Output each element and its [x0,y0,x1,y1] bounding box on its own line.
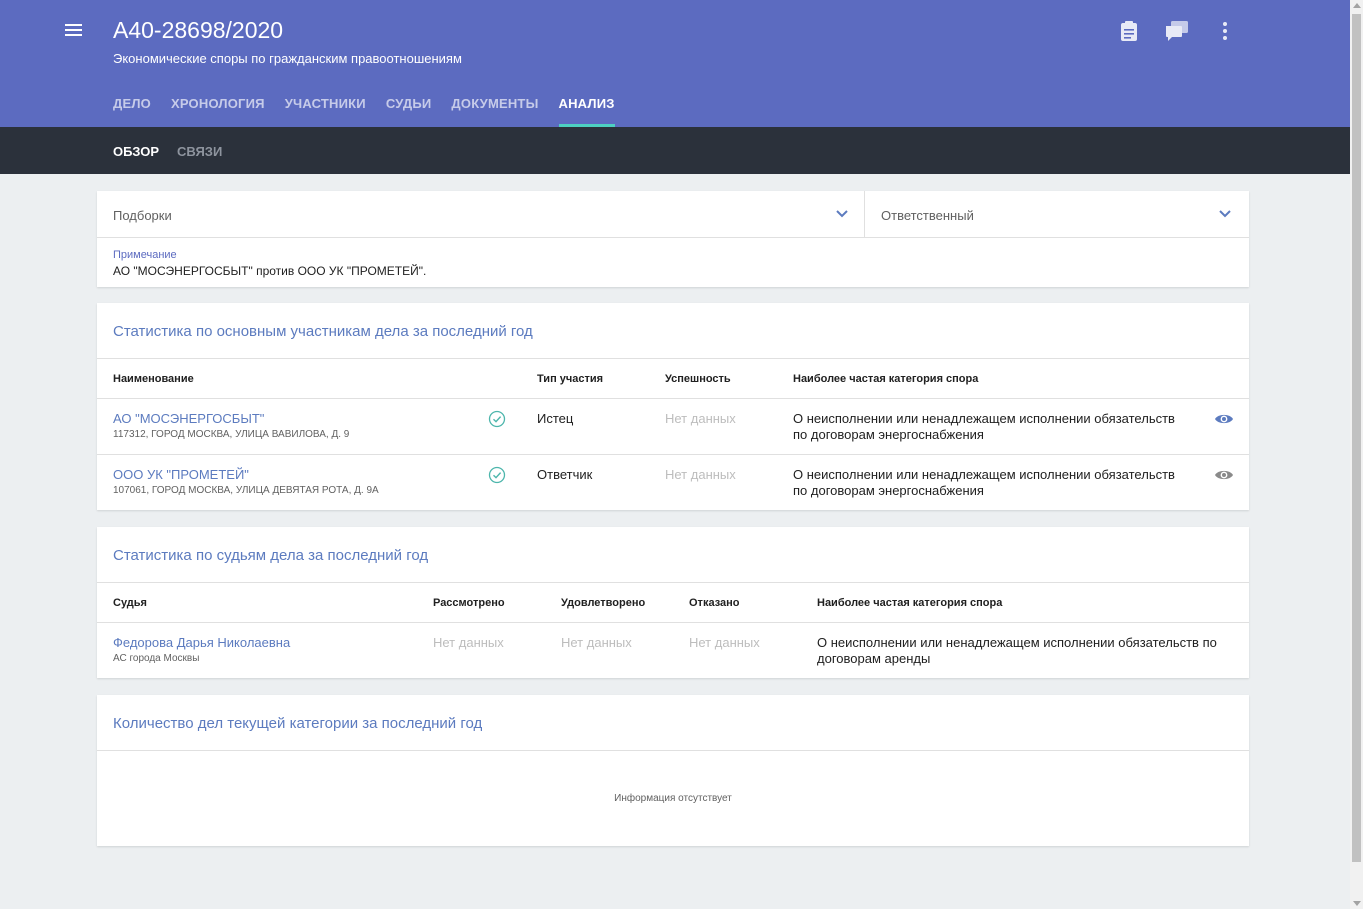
eye-icon[interactable] [1214,412,1234,426]
dispute-category-line: О неисполнении или ненадлежащем исполнен… [793,411,1175,426]
judge-name-link[interactable]: Федорова Дарья Николаевна [113,635,290,650]
participant-address: 117312, ГОРОД МОСКВА, УЛИЦА ВАВИЛОВА, Д.… [113,429,350,440]
column-header: Отказано [689,597,740,609]
dispute-category-line: по договорам энергоснабжения [793,483,984,498]
considered-count: Нет данных [433,635,504,650]
empty-state-text: Информация отсутствует [614,793,732,804]
divider [97,582,1249,583]
scroll-up-icon[interactable] [1353,3,1361,8]
refused-count: Нет данных [689,635,760,650]
main-tabs: ДЕЛО ХРОНОЛОГИЯ УЧАСТНИКИ СУДЬИ ДОКУМЕНТ… [113,96,635,127]
comments-icon[interactable] [1163,18,1191,44]
clipboard-icon[interactable] [1115,18,1143,44]
category-count-title: Количество дел текущей категории за посл… [113,715,483,732]
dispute-category-line: О неисполнении или ненадлежащем исполнен… [817,635,1217,650]
column-header: Наиболее частая категория спора [817,597,1003,609]
category-count-card: Количество дел текущей категории за посл… [97,695,1249,846]
column-header: Судья [113,597,147,609]
participation-type: Истец [537,411,574,426]
responsible-select[interactable]: Ответственный [865,191,1249,238]
dispute-category: О неисполнении или ненадлежащем исполнен… [793,467,1175,499]
page-scrollbar[interactable] [1350,0,1363,909]
subtab-overview[interactable]: ОБЗОР [113,144,159,159]
dispute-category-line: О неисполнении или ненадлежащем исполнен… [793,467,1175,482]
tab-chronology[interactable]: ХРОНОЛОГИЯ [171,96,265,127]
tab-analysis[interactable]: АНАЛИЗ [558,96,615,127]
divider [97,398,1249,399]
participants-stats-title: Статистика по основным участникам дела з… [113,323,533,340]
filters-card: Подборки Ответственный Примечание АО "МО… [97,191,1249,287]
divider [97,622,1249,623]
tab-delo[interactable]: ДЕЛО [113,96,151,127]
success-rate: Нет данных [665,467,736,482]
case-number-title: А40-28698/2020 [113,17,284,43]
chevron-down-icon [836,210,848,218]
chevron-down-icon [1219,210,1231,218]
subtab-links[interactable]: СВЯЗИ [177,144,222,159]
divider [97,750,1249,751]
divider [97,358,1249,359]
note-field[interactable]: АО "МОСЭНЕРГОСБЫТ" против ООО УК "ПРОМЕТ… [113,264,426,278]
participant-name-link[interactable]: ООО УК "ПРОМЕТЕЙ" [113,467,249,482]
tab-documents[interactable]: ДОКУМЕНТЫ [451,96,538,127]
collections-select[interactable]: Подборки [97,191,865,238]
participant-address: 107061, ГОРОД МОСКВА, УЛИЦА ДЕВЯТАЯ РОТА… [113,485,379,496]
column-header: Наименование [113,373,194,385]
column-header: Успешность [665,373,731,385]
menu-icon[interactable] [60,19,86,45]
dispute-category: О неисполнении или ненадлежащем исполнен… [817,635,1217,667]
success-rate: Нет данных [665,411,736,426]
check-circle-icon [488,410,506,428]
judges-stats-title: Статистика по судьям дела за последний г… [113,547,429,564]
participants-stats-card: Статистика по основным участникам дела з… [97,303,1249,510]
app-bar: А40-28698/2020 Экономические споры по гр… [0,0,1350,127]
dispute-category-line: договорам аренды [817,651,931,666]
note-label: Примечание [113,249,177,261]
responsible-select-label: Ответственный [881,208,974,223]
scroll-down-icon[interactable] [1353,901,1361,906]
participant-name-link[interactable]: АО "МОСЭНЕРГОСБЫТ" [113,411,264,426]
scrollbar-thumb[interactable] [1352,14,1361,862]
divider [97,454,1249,455]
participation-type: Ответчик [537,467,593,482]
sub-nav-bar: ОБЗОР СВЯЗИ [0,127,1350,174]
collections-select-label: Подборки [113,208,172,223]
eye-icon[interactable] [1214,468,1234,482]
judge-court: АС города Москвы [113,653,200,664]
dispute-category: О неисполнении или ненадлежащем исполнен… [793,411,1175,443]
column-header: Рассмотрено [433,597,505,609]
judges-stats-card: Статистика по судьям дела за последний г… [97,527,1249,678]
dispute-category-line: по договорам энергоснабжения [793,427,984,442]
tab-judges[interactable]: СУДЬИ [386,96,432,127]
case-subtitle: Экономические споры по гражданским право… [113,51,462,66]
more-vert-icon[interactable] [1211,18,1239,44]
column-header: Удовлетворено [561,597,646,609]
check-circle-icon [488,466,506,484]
tab-participants[interactable]: УЧАСТНИКИ [285,96,366,127]
top-actions [1115,18,1259,44]
column-header: Тип участия [537,373,604,385]
satisfied-count: Нет данных [561,635,632,650]
column-header: Наиболее частая категория спора [793,373,979,385]
